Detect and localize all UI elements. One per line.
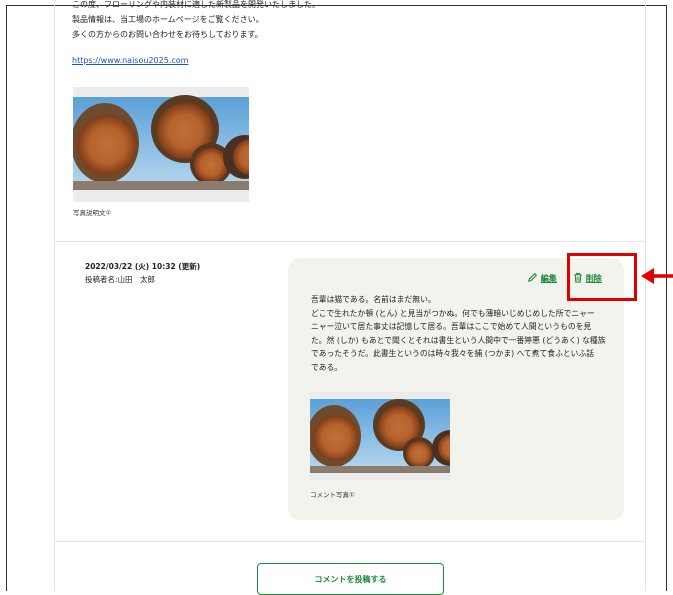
post-text-line: この度、フローリングや内装材に適した新製品を開発いたしました。 <box>72 0 320 9</box>
comment-text-line: どこで生れたか頓 (とん) と見当がつかぬ。何でも薄暗いじめじめした所でニャー <box>311 308 595 318</box>
comment-photo-caption: コメント写真① <box>310 491 355 499</box>
comment-text-line: 吾輩は猫である。名前はまだ無い。 <box>311 295 436 304</box>
comment-text-line: である。 <box>311 362 343 372</box>
comment-text-line: であったそうだ。此書生というのは時々我々を捕 (つかま) へて煮て食ふといふ話 <box>311 349 595 359</box>
post-text-line: 製品情報は、当工場のホームページをご覧ください。 <box>72 15 264 24</box>
post-photo <box>73 87 249 202</box>
pointer-arrow-icon <box>641 268 673 284</box>
pencil-icon <box>528 272 538 282</box>
post-photo-caption: 写真説明文① <box>73 209 112 217</box>
divider <box>55 241 645 242</box>
comment-date: 2022/03/22 (火) 10:32 (更新) <box>85 262 201 271</box>
comment-author: 投稿者名:山田 太郎 <box>85 275 156 284</box>
post-text-line: 多くの方からのお問い合わせをお待ちしております。 <box>72 30 263 39</box>
comment-photo <box>310 392 450 480</box>
website-link[interactable]: https://www.naisou2025.com <box>72 56 188 65</box>
comment-text: 吾輩は猫である。名前はまだ無い。 どこで生れたか頓 (とん) と見当がつかぬ。何… <box>311 293 611 375</box>
edit-label: 編集 <box>540 274 557 283</box>
delete-highlight-box <box>567 253 637 301</box>
comment-text-line: た。然 (しか) もあとで聞くとそれは書生という人間中で一番獰悪 (どうあく) … <box>311 335 606 345</box>
divider <box>55 541 645 542</box>
comment-text-line: ニャー泣いて居た事丈は記憶して居る。吾輩はここで始めて人間というものを見 <box>311 322 592 332</box>
post-comment-button[interactable]: コメントを投稿する <box>257 563 444 595</box>
edit-button[interactable]: 編集 <box>527 272 557 284</box>
